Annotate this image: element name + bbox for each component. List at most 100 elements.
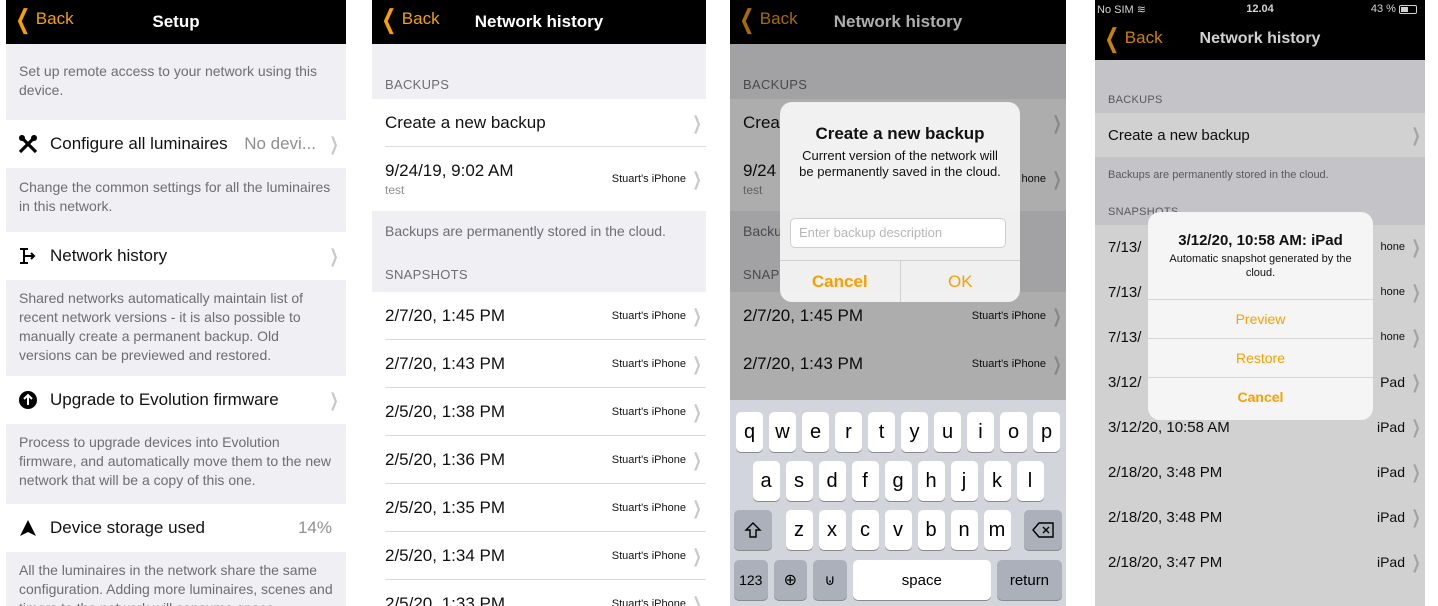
snapshot-device: Stuart's iPhone — [611, 310, 686, 322]
dialog-message: Automatic snapshot generated by the clou… — [1169, 253, 1352, 279]
key-m[interactable]: m — [983, 510, 1011, 550]
snapshot-device: Stuart's iPhone — [611, 502, 686, 514]
chevron-right-icon: ❯ — [692, 112, 702, 133]
key-n[interactable]: n — [950, 510, 978, 550]
configure-label: Configure all luminaires — [50, 134, 228, 153]
shift-icon[interactable] — [734, 510, 772, 550]
preview-button[interactable]: Preview — [1148, 299, 1373, 338]
snapshot-device: Stuart's iPhone — [611, 406, 686, 418]
snapshot-row[interactable]: 2/7/20, 1:43 PM Stuart's iPhone ❯ — [372, 340, 706, 388]
configure-all-row[interactable]: Configure all luminaires No devi... ❯ — [6, 120, 346, 168]
configure-footer: Change the common settings for all the l… — [19, 179, 331, 214]
key-y[interactable]: y — [901, 412, 928, 452]
chevron-right-icon: ❯ — [692, 593, 702, 606]
history-label: Network history — [50, 246, 168, 265]
device-storage-row: Device storage used 14% — [6, 504, 346, 552]
keyboard: q w e r t y u i o p a s d f g h j k l z … — [730, 400, 1066, 606]
dialog-title: Create a new backup — [815, 124, 985, 143]
snapshot-date: 2/5/20, 1:34 PM — [385, 546, 506, 565]
chevron-right-icon: ❯ — [329, 389, 339, 410]
backup-description-input[interactable]: Enter backup description — [790, 218, 1006, 248]
navbar: ❮ Back Setup — [6, 0, 346, 44]
snapshot-row[interactable]: 2/7/20, 1:45 PM Stuart's iPhone ❯ — [372, 292, 706, 340]
key-c[interactable]: c — [851, 510, 879, 550]
snapshot-date: 2/7/20, 1:43 PM — [385, 354, 506, 373]
key-f[interactable]: f — [851, 461, 879, 501]
key-x[interactable]: x — [818, 510, 846, 550]
configure-value: No devi... — [244, 134, 316, 153]
key-a[interactable]: a — [752, 461, 780, 501]
key-t[interactable]: t — [868, 412, 895, 452]
microphone-icon[interactable]: ⊍ — [813, 560, 847, 600]
key-r[interactable]: r — [835, 412, 862, 452]
snapshot-device: Stuart's iPhone — [611, 358, 686, 370]
key-g[interactable]: g — [884, 461, 912, 501]
page-title: Network history — [474, 12, 604, 31]
chevron-right-icon: ❯ — [692, 497, 702, 518]
snapshot-date: 2/5/20, 1:36 PM — [385, 450, 506, 469]
chevron-right-icon: ❯ — [329, 245, 339, 266]
backups-header: BACKUPS — [385, 77, 450, 92]
key-v[interactable]: v — [884, 510, 912, 550]
key-s[interactable]: s — [785, 461, 813, 501]
navbar: ❮ Back Network history — [372, 0, 706, 44]
key-h[interactable]: h — [917, 461, 945, 501]
return-key[interactable]: return — [996, 560, 1063, 600]
storage-icon — [6, 519, 50, 537]
upgrade-firmware-row[interactable]: Upgrade to Evolution firmware ❯ — [6, 376, 346, 424]
key-o[interactable]: o — [1000, 412, 1027, 452]
key-w[interactable]: w — [769, 412, 796, 452]
backup-row[interactable]: 9/24/19, 9:02 AM test Stuart's iPhone ❯ — [372, 147, 706, 211]
key-u[interactable]: u — [934, 412, 961, 452]
key-j[interactable]: j — [950, 461, 978, 501]
snapshot-device: Stuart's iPhone — [611, 598, 686, 606]
snapshots-header: SNAPSHOTS — [385, 267, 468, 282]
backup-description: test — [385, 183, 405, 197]
key-k[interactable]: k — [983, 461, 1011, 501]
storage-value: 14% — [297, 518, 332, 537]
cancel-button[interactable]: Cancel — [1148, 377, 1373, 416]
page-title: Setup — [152, 12, 200, 31]
history-footer: Shared networks automatically maintain l… — [19, 290, 304, 363]
upload-icon — [6, 390, 50, 410]
snapshot-row[interactable]: 2/5/20, 1:35 PM Stuart's iPhone ❯ — [372, 484, 706, 532]
key-d[interactable]: d — [818, 461, 846, 501]
cancel-button[interactable]: Cancel — [780, 261, 901, 302]
snapshot-date: 2/5/20, 1:35 PM — [385, 498, 506, 517]
key-i[interactable]: i — [967, 412, 994, 452]
key-q[interactable]: q — [736, 412, 763, 452]
chevron-right-icon: ❯ — [692, 168, 702, 189]
snapshot-row[interactable]: 2/5/20, 1:34 PM Stuart's iPhone ❯ — [372, 532, 706, 580]
snapshot-action-screen: No SIM ≋ 12.04 43 % ❮ Back Network histor… — [1095, 0, 1425, 606]
chevron-right-icon: ❯ — [692, 353, 702, 374]
create-backup-row[interactable]: Create a new backup ❯ — [372, 99, 706, 147]
ok-button[interactable]: OK — [901, 261, 1021, 302]
numbers-key[interactable]: 123 — [734, 560, 768, 600]
snapshot-row[interactable]: 2/5/20, 1:38 PM Stuart's iPhone ❯ — [372, 388, 706, 436]
key-e[interactable]: e — [802, 412, 829, 452]
snapshot-device: Stuart's iPhone — [611, 454, 686, 466]
key-p[interactable]: p — [1033, 412, 1060, 452]
setup-screen: ❮ Back Setup Set up remote access to your… — [6, 0, 346, 606]
key-b[interactable]: b — [917, 510, 945, 550]
globe-icon[interactable]: ⊕ — [773, 560, 808, 600]
create-backup-label: Create a new backup — [385, 113, 546, 132]
backup-date: 9/24/19, 9:02 AM — [385, 161, 514, 180]
space-key[interactable]: space — [852, 560, 991, 600]
key-z[interactable]: z — [785, 510, 813, 550]
storage-label: Device storage used — [50, 518, 205, 537]
create-backup-dialog: Create a new backup Current version of t… — [780, 102, 1020, 302]
upgrade-label: Upgrade to Evolution firmware — [50, 390, 279, 409]
backup-device: Stuart's iPhone — [611, 173, 686, 185]
create-backup-screen: ❮ Back Network history BACKUPS Crea ❯ 9/24… — [730, 0, 1066, 606]
backups-footer: Backups are permanently stored in the cl… — [385, 223, 666, 239]
delete-icon[interactable] — [1024, 510, 1062, 550]
chevron-right-icon: ❯ — [692, 305, 702, 326]
key-l[interactable]: l — [1016, 461, 1044, 501]
network-history-row[interactable]: Network history ❯ — [6, 232, 346, 280]
upgrade-footer: Process to upgrade devices into Evolutio… — [19, 434, 332, 488]
restore-button[interactable]: Restore — [1148, 338, 1373, 377]
snapshot-row[interactable]: 2/5/20, 1:33 PM Stuart's iPhone ❯ — [372, 580, 706, 606]
snapshot-row[interactable]: 2/5/20, 1:36 PM Stuart's iPhone ❯ — [372, 436, 706, 484]
chevron-right-icon: ❯ — [692, 449, 702, 470]
